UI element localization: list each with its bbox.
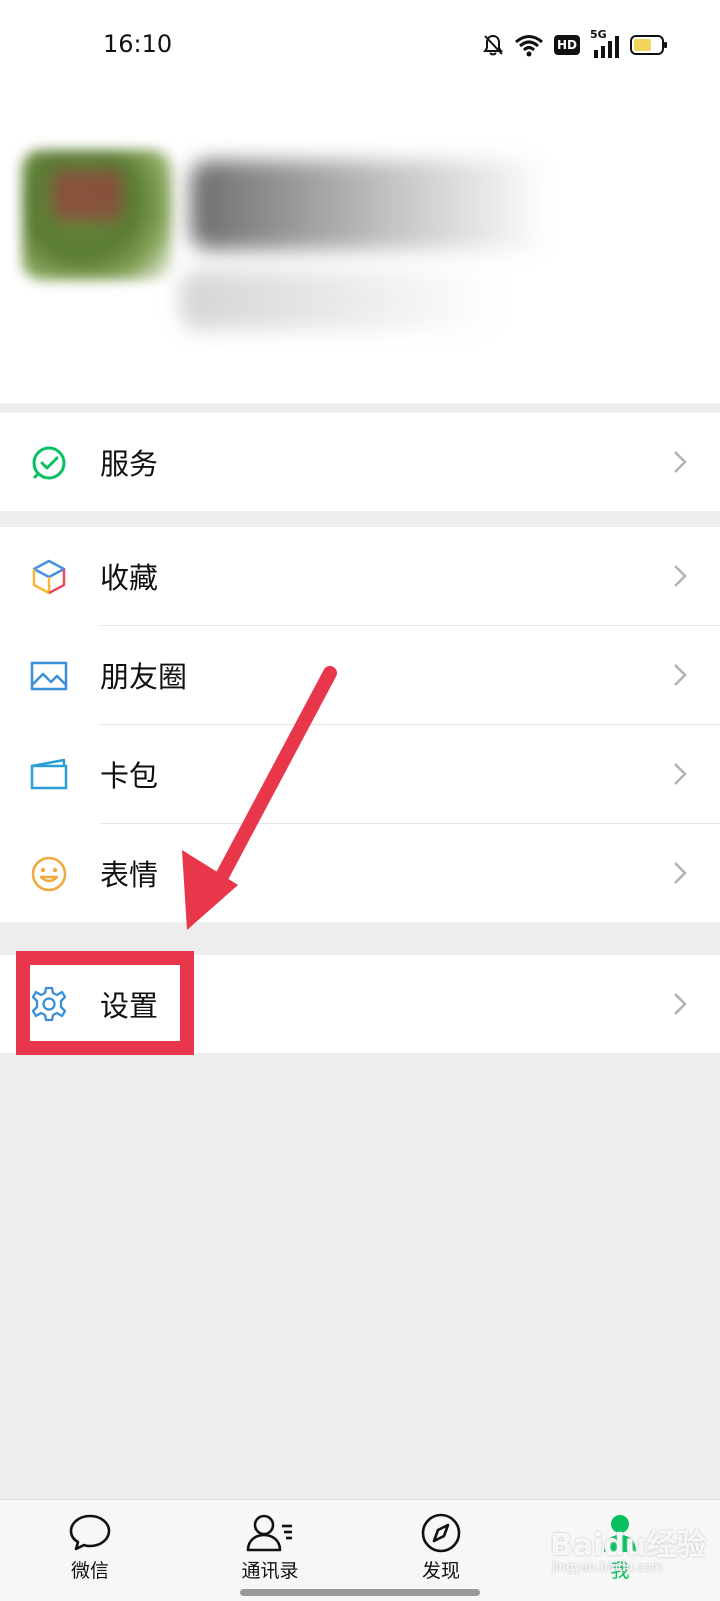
tab-contacts[interactable]: 通讯录 (210, 1512, 330, 1583)
menu-item-label: 表情 (100, 858, 159, 892)
menu-item-favorites[interactable]: 收藏 (0, 527, 720, 625)
card-wallet-icon (30, 758, 68, 790)
wechat-id-blurred (180, 270, 500, 330)
tab-discover[interactable]: 发现 (381, 1512, 501, 1583)
tab-label: 微信 (70, 1560, 109, 1582)
chevron-right-icon (674, 862, 687, 884)
status-bar: 16:10 HD 5G (0, 0, 720, 90)
tab-chats[interactable]: 微信 (30, 1512, 150, 1583)
hd-badge: HD (553, 35, 580, 55)
moments-image-icon (30, 661, 68, 691)
profile-header[interactable] (0, 90, 720, 403)
annotation-highlight-box (16, 951, 194, 1055)
status-icons: HD 5G (482, 28, 668, 60)
services-icon (32, 446, 66, 480)
menu-item-label: 收藏 (100, 561, 159, 595)
menu-item-label: 朋友圈 (100, 660, 188, 694)
status-time: 16:10 (103, 30, 173, 58)
features-group: 收藏 朋友圈 卡包 表情 (0, 527, 720, 922)
compass-icon (421, 1513, 461, 1553)
wifi-icon (515, 35, 543, 57)
menu-item-label: 服务 (100, 447, 159, 481)
tab-label: 发现 (421, 1560, 460, 1582)
avatar[interactable] (22, 150, 172, 280)
chevron-right-icon (674, 993, 687, 1015)
chevron-right-icon (674, 763, 687, 785)
watermark-url: jingyan.baidu.com (552, 1560, 663, 1574)
tab-label: 通讯录 (241, 1560, 299, 1582)
contacts-icon (246, 1514, 292, 1552)
chevron-right-icon (674, 565, 687, 587)
favorites-cube-icon (32, 559, 66, 595)
bell-muted-icon (483, 34, 503, 56)
home-indicator[interactable] (240, 1589, 480, 1596)
battery-icon (630, 35, 667, 55)
services-group: 服务 (0, 413, 720, 511)
smiley-icon (31, 856, 67, 892)
signal-group: 5G (590, 28, 620, 58)
nickname-blurred (190, 160, 550, 250)
chevron-right-icon (674, 664, 687, 686)
menu-item-moments[interactable]: 朋友圈 (0, 626, 720, 724)
menu-item-stickers[interactable]: 表情 (0, 824, 720, 922)
menu-item-cards[interactable]: 卡包 (0, 725, 720, 823)
watermark: Baidu经验 (550, 1528, 707, 1563)
menu-item-services[interactable]: 服务 (0, 413, 720, 511)
chat-bubble-icon (69, 1514, 111, 1551)
signal-icon (594, 36, 619, 58)
menu-item-label: 卡包 (100, 759, 159, 793)
chevron-right-icon (674, 451, 687, 473)
